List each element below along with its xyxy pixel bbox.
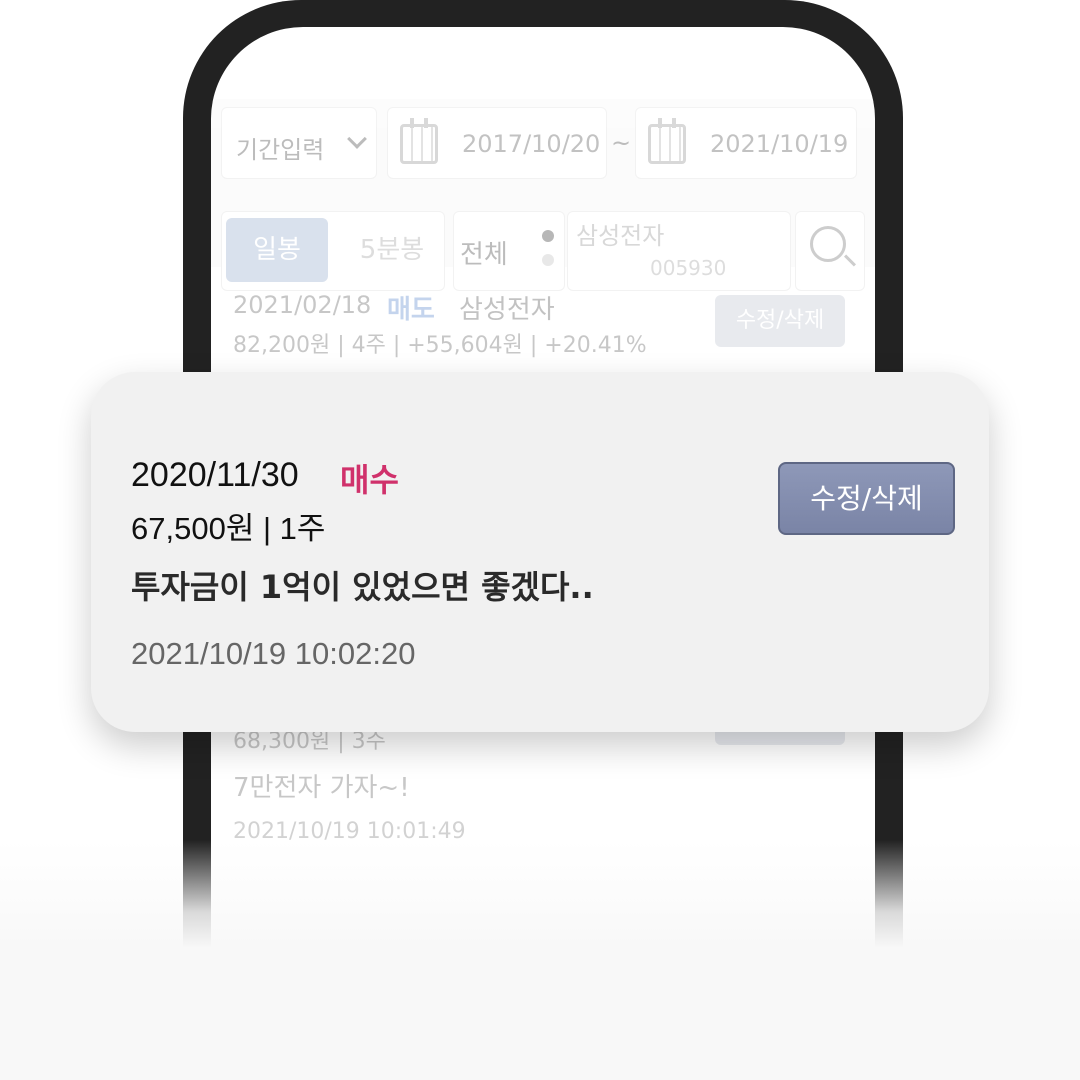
tab-5min[interactable]: 5분봉	[342, 218, 442, 282]
card-trade-date: 2020/11/30	[131, 456, 299, 494]
toggle-dot-icon	[542, 230, 554, 242]
edit-delete-button[interactable]: 수정/삭제	[778, 462, 955, 535]
row-memo: 7만전자 가자~!	[233, 773, 410, 803]
date-to-text: 2021/10/19	[710, 130, 849, 158]
trade-memo-card[interactable]: 2020/11/30 매수 67,500원 | 1주 투자금이 1억이 있었으면…	[91, 372, 989, 732]
row-type: 매도	[387, 295, 435, 325]
search-icon	[810, 226, 846, 262]
row-edit-button[interactable]: 수정/삭제	[715, 295, 845, 347]
period-label: 기간입력	[236, 136, 325, 164]
date-separator: ~	[611, 129, 632, 157]
filter-area: 기간입력 2017/10/20 ~ 2021/10/19 일봉 5분봉 전체 삼…	[211, 99, 875, 291]
tab-daily[interactable]: 일봉	[226, 218, 328, 282]
stock-name: 삼성전자	[576, 222, 665, 250]
row-info: 82,200원 | 4주 | +55,604원 | +20.41%	[233, 333, 647, 358]
bottom-fade	[0, 840, 1080, 1080]
card-trade-type: 매수	[340, 461, 399, 499]
date-from-field[interactable]: 2017/10/20	[387, 107, 607, 179]
search-button[interactable]	[795, 211, 865, 291]
period-select[interactable]: 기간입력	[221, 107, 377, 179]
candle-tab-group: 일봉 5분봉	[221, 211, 445, 291]
card-memo: 투자금이 1억이 있었으면 좋겠다..	[131, 568, 594, 606]
type-select[interactable]: 전체	[453, 211, 565, 291]
chevron-down-icon	[347, 129, 367, 149]
card-timestamp: 2021/10/19 10:02:20	[131, 636, 416, 671]
toggle-dot-icon	[542, 254, 554, 266]
calendar-icon	[648, 118, 686, 164]
type-select-label: 전체	[460, 240, 508, 270]
row-stock: 삼성전자	[459, 295, 555, 325]
date-from-text: 2017/10/20	[462, 130, 601, 158]
row-date: 2021/02/18	[233, 291, 372, 319]
card-trade-info: 67,500원 | 1주	[131, 511, 326, 546]
stock-code: 005930	[650, 256, 727, 280]
stock-select[interactable]: 삼성전자 005930	[567, 211, 791, 291]
date-to-field[interactable]: 2021/10/19	[635, 107, 857, 179]
calendar-icon	[400, 118, 438, 164]
